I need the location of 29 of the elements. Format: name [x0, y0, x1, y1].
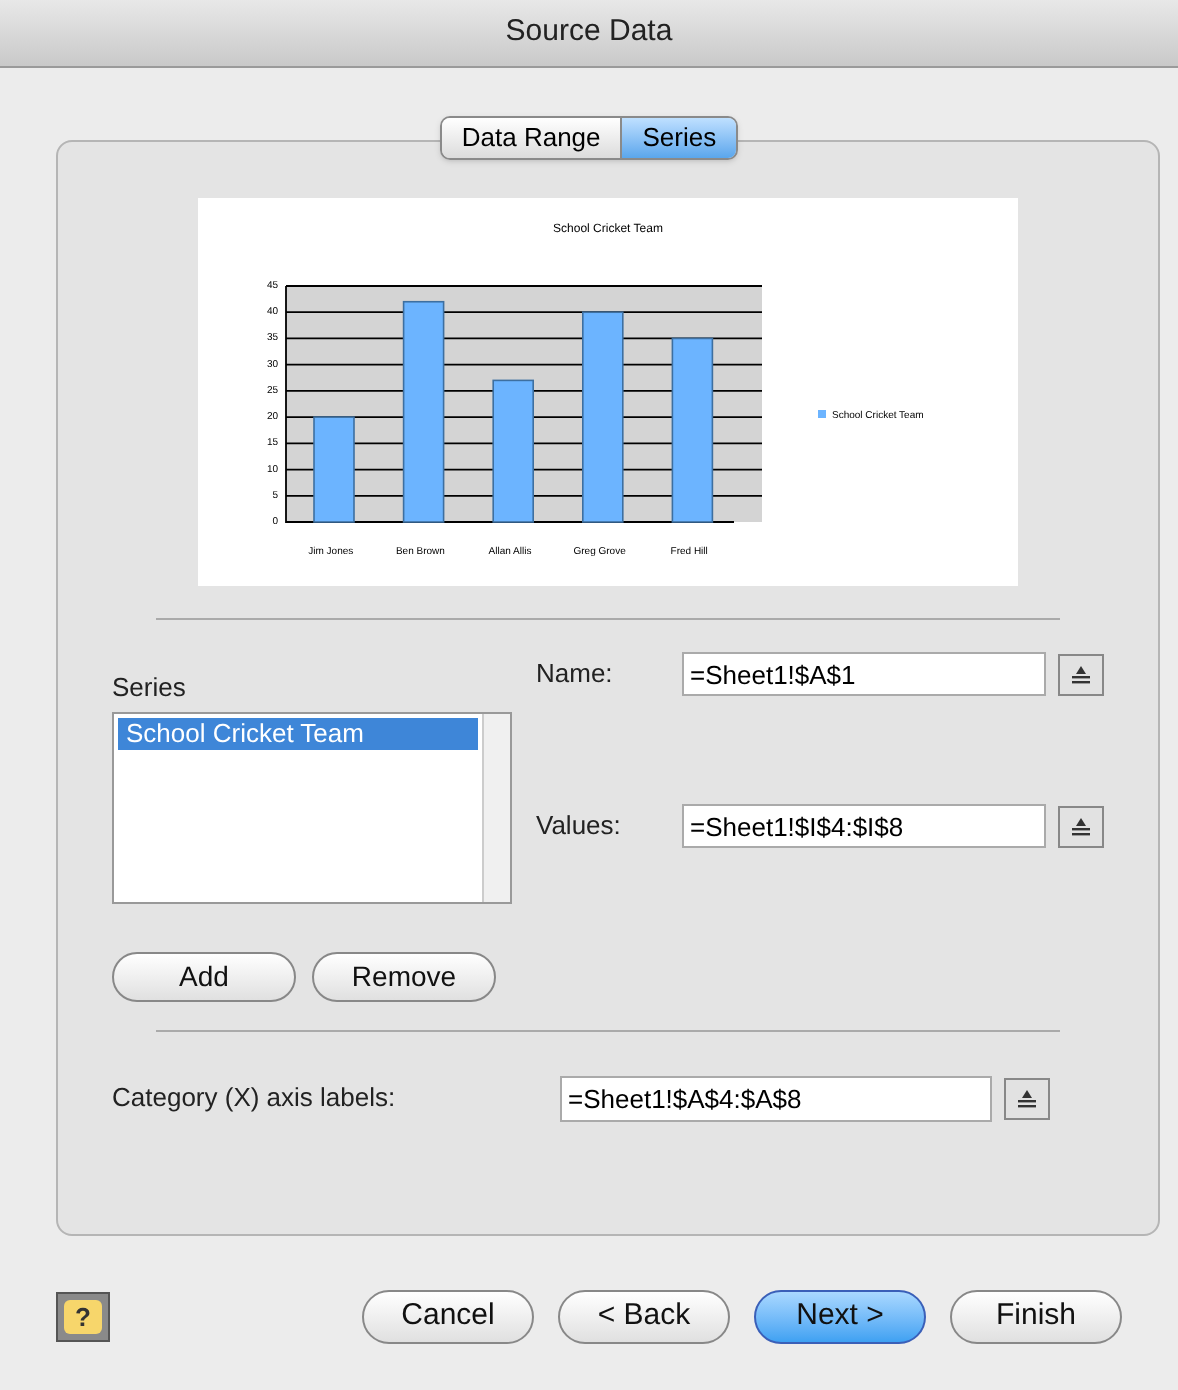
dialog-button[interactable]: Cancel — [362, 1290, 534, 1344]
field-label: Category (X) axis labels: — [112, 1080, 398, 1117]
dialog-button[interactable]: < Back — [558, 1290, 730, 1344]
dialog-button[interactable]: Next > — [754, 1290, 926, 1344]
field-label: Name: — [536, 656, 615, 693]
series-button[interactable]: Add — [112, 951, 296, 1001]
input-field[interactable]: =Sheet1!$A$1 — [682, 652, 1046, 696]
field-label: Values: — [536, 808, 623, 845]
tab[interactable]: Data Range — [441, 118, 621, 158]
tab[interactable]: Series — [620, 118, 737, 158]
series-label: Series — [112, 670, 188, 706]
collapse-button[interactable] — [1004, 1077, 1050, 1119]
help-button[interactable]: ? — [56, 1292, 110, 1342]
collapse-icon — [1070, 815, 1092, 837]
window-title: Source Data — [505, 12, 673, 53]
dialog-button[interactable]: Finish — [950, 1290, 1122, 1344]
bar — [492, 379, 534, 523]
collapse-button[interactable] — [1058, 653, 1104, 695]
bar — [313, 416, 355, 523]
collapse-icon — [1070, 663, 1092, 685]
legend-swatch — [818, 410, 826, 418]
input-field[interactable]: =Sheet1!$A$4:$A$8 — [560, 1075, 992, 1121]
scrollbar[interactable] — [482, 713, 510, 901]
series-item[interactable]: School Cricket Team — [118, 717, 478, 749]
input-field[interactable]: =Sheet1!$I$4:$I$8 — [682, 804, 1046, 848]
collapse-icon — [1016, 1087, 1038, 1109]
series-button[interactable]: Remove — [312, 951, 496, 1001]
help-label: ? — [64, 1300, 102, 1334]
collapse-button[interactable] — [1058, 805, 1104, 847]
